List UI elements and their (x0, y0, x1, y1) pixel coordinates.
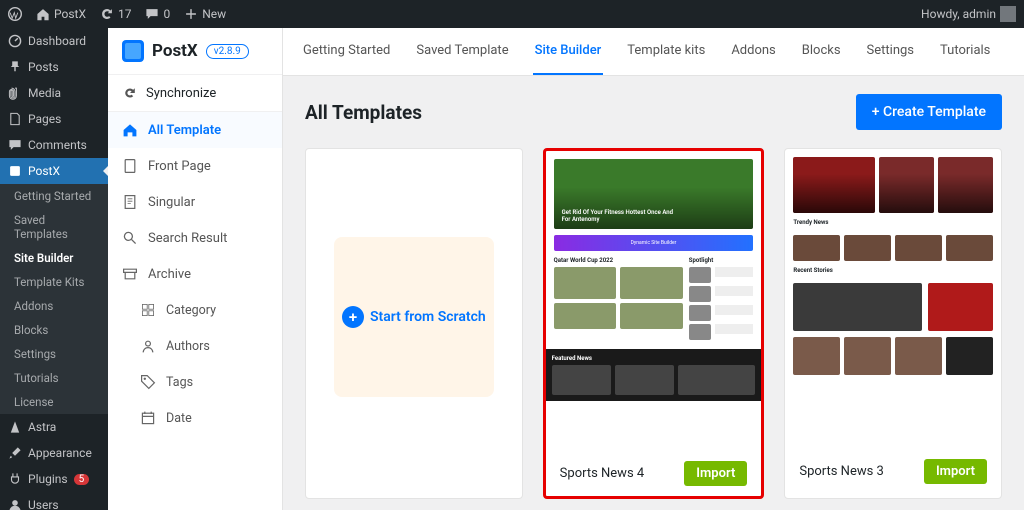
sync-label: Synchronize (146, 86, 216, 101)
wpnav-item-appearance[interactable]: Appearance (0, 440, 108, 466)
create-template-button[interactable]: + Create Template (856, 94, 1002, 130)
postx-logo (122, 40, 144, 62)
wpnav-subitem-tutorials[interactable]: Tutorials (0, 366, 108, 390)
template-card-2[interactable]: Trendy News Recent Stories (784, 148, 1002, 499)
howdy-text: Howdy, admin (921, 7, 996, 21)
plugin-version: v2.8.9 (206, 44, 249, 59)
wpnav-subitem-settings[interactable]: Settings (0, 342, 108, 366)
wp-logo[interactable] (8, 7, 22, 21)
single-icon (122, 194, 138, 210)
tab-blocks[interactable]: Blocks (800, 28, 843, 75)
tab-settings[interactable]: Settings (865, 28, 916, 75)
sync-icon (122, 85, 138, 101)
plugin-item-category[interactable]: Category (108, 292, 282, 328)
archive-icon (122, 266, 138, 282)
dashboard-icon (8, 34, 22, 48)
site-name: PostX (54, 7, 86, 21)
date-icon (140, 410, 156, 426)
import-button[interactable]: Import (924, 459, 987, 484)
wpnav-item-postx[interactable]: PostX (0, 158, 108, 184)
plugin-item-archive[interactable]: Archive (108, 256, 282, 292)
wpnav-item-astra[interactable]: Astra (0, 414, 108, 440)
media-icon (8, 86, 22, 100)
preview-banner: Dynamic Site Builder (554, 235, 754, 251)
wpnav-item-users[interactable]: Users (0, 492, 108, 510)
comments-link[interactable]: 0 (145, 7, 170, 21)
search-icon (122, 230, 138, 246)
page-icon (122, 158, 138, 174)
plus-circle-icon: + (342, 306, 364, 328)
wpnav-subitem-site-builder[interactable]: Site Builder (0, 246, 108, 270)
wpnav-item-media[interactable]: Media (0, 80, 108, 106)
template-card-1[interactable]: Get Rid Of Your Fitness Hottest Once And… (543, 148, 765, 499)
tab-template-kits[interactable]: Template kits (625, 28, 707, 75)
tab-tutorials[interactable]: Tutorials (938, 28, 992, 75)
wpnav-subitem-saved-templates[interactable]: Saved Templates (0, 208, 108, 246)
users-icon (8, 498, 22, 510)
updates-count: 17 (118, 7, 132, 21)
author-icon (140, 338, 156, 354)
comments-count: 0 (163, 7, 170, 21)
plugin-name: PostX (152, 41, 198, 61)
template-name: Sports News 4 (560, 466, 645, 481)
plugin-item-search-result[interactable]: Search Result (108, 220, 282, 256)
plugin-item-authors[interactable]: Authors (108, 328, 282, 364)
wpnav-item-pages[interactable]: Pages (0, 106, 108, 132)
new-label: New (202, 7, 226, 21)
plugin-item-all-template[interactable]: All Template (108, 112, 282, 148)
wpnav-subitem-license[interactable]: License (0, 390, 108, 414)
scratch-label: Start from Scratch (370, 309, 486, 325)
wpnav-item-posts[interactable]: Posts (0, 54, 108, 80)
chat-icon (8, 138, 22, 152)
plug-icon (8, 472, 22, 486)
preview-hero: Get Rid Of Your Fitness Hottest Once And… (554, 159, 754, 229)
import-button[interactable]: Import (684, 461, 747, 486)
pin-icon (8, 60, 22, 74)
chat-icon (145, 7, 159, 21)
site-link[interactable]: PostX (36, 7, 86, 21)
new-link[interactable]: New (184, 7, 226, 21)
wpnav-item-comments[interactable]: Comments (0, 132, 108, 158)
wpnav-subitem-getting-started[interactable]: Getting Started (0, 184, 108, 208)
plugin-item-front-page[interactable]: Front Page (108, 148, 282, 184)
tab-saved-template[interactable]: Saved Template (414, 28, 510, 75)
plugin-item-singular[interactable]: Singular (108, 184, 282, 220)
refresh-icon (100, 7, 114, 21)
wpnav-subitem-blocks[interactable]: Blocks (0, 318, 108, 342)
wpnav-subitem-template-kits[interactable]: Template Kits (0, 270, 108, 294)
tab-site-builder[interactable]: Site Builder (533, 28, 604, 75)
home-icon (36, 7, 50, 21)
tab-addons[interactable]: Addons (729, 28, 777, 75)
home-icon (122, 122, 138, 138)
updates-link[interactable]: 17 (100, 7, 132, 21)
badge: 5 (74, 474, 90, 485)
page-icon (8, 112, 22, 126)
tab-getting-started[interactable]: Getting Started (301, 28, 392, 75)
preview-hero-grid (793, 157, 993, 213)
plugin-item-date[interactable]: Date (108, 400, 282, 436)
plugin-item-tags[interactable]: Tags (108, 364, 282, 400)
howdy-link[interactable]: Howdy, admin (921, 6, 1016, 22)
postx-icon (8, 164, 22, 178)
wpnav-subitem-addons[interactable]: Addons (0, 294, 108, 318)
brush-icon (8, 446, 22, 460)
plus-icon (184, 7, 198, 21)
template-card-scratch[interactable]: + Start from Scratch (305, 148, 523, 499)
avatar (1000, 6, 1016, 22)
astra-icon (8, 420, 22, 434)
template-name: Sports News 3 (799, 464, 884, 479)
wpnav-item-plugins[interactable]: Plugins5 (0, 466, 108, 492)
synchronize-button[interactable]: Synchronize (108, 75, 282, 112)
wpnav-item-dashboard[interactable]: Dashboard (0, 28, 108, 54)
page-title: All Templates (305, 101, 422, 124)
cat-icon (140, 302, 156, 318)
tag-icon (140, 374, 156, 390)
